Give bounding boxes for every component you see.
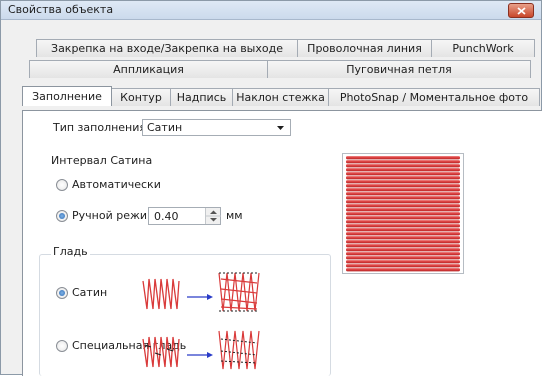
tab-wire-line[interactable]: Проволочная линия [297, 39, 432, 57]
thread-row [346, 224, 460, 228]
thread-row [346, 252, 460, 256]
chevron-down-icon [277, 126, 284, 130]
thread-row [346, 208, 460, 212]
smooth-group-label: Гладь [51, 245, 90, 258]
special-radio[interactable] [56, 340, 68, 352]
thread-row [346, 268, 460, 272]
thread-row [346, 168, 460, 172]
manual-radio[interactable] [56, 210, 68, 222]
spin-buttons[interactable] [205, 208, 221, 224]
tab-punchwork[interactable]: PunchWork [431, 39, 535, 57]
thread-row [346, 236, 460, 240]
thread-row [346, 188, 460, 192]
arrow-icon [187, 352, 213, 358]
thread-row [346, 192, 460, 196]
thread-row [346, 164, 460, 168]
thread-row [346, 264, 460, 268]
close-button[interactable] [508, 3, 534, 18]
thread-row [346, 248, 460, 252]
tab-buttonhole[interactable]: Пуговичная петля [267, 60, 531, 78]
thread-row [346, 200, 460, 204]
special-stitch-diagram [142, 330, 260, 370]
thread-row [346, 220, 460, 224]
thread-row [346, 172, 460, 176]
title-bar: Свойства объекта [1, 1, 541, 20]
thread-row [346, 184, 460, 188]
thread-row [346, 232, 460, 236]
thread-row [346, 216, 460, 220]
thread-row [346, 180, 460, 184]
window-title: Свойства объекта [8, 3, 114, 16]
tab-fill[interactable]: Заполнение [22, 86, 112, 106]
fill-type-value: Сатин [147, 121, 183, 134]
spacing-value: 0.40 [154, 210, 179, 223]
tab-row-3: Заполнение Контур Надпись Наклон стежка … [22, 86, 540, 106]
tab-row-2: Аппликация Пуговичная петля [29, 60, 531, 78]
satin-stitch-diagram [142, 272, 260, 312]
tab-outline[interactable]: Контур [111, 88, 171, 106]
tab-photosnap[interactable]: PhotoSnap / Моментальное фото [328, 88, 540, 106]
spin-arrows-icon [206, 210, 221, 222]
special-after-icon [218, 330, 260, 370]
thread-row [346, 228, 460, 232]
thread-row [346, 256, 460, 260]
object-properties-dialog: Свойства объекта Закрепка на входе/Закре… [0, 0, 542, 376]
unit-label: мм [226, 209, 243, 222]
thread-row [346, 260, 460, 264]
thread-row [346, 176, 460, 180]
thread-row [346, 204, 460, 208]
tab-stitch-angle[interactable]: Наклон стежка [232, 88, 329, 106]
special-before-icon [142, 336, 180, 368]
fill-type-dropdown[interactable]: Сатин [142, 119, 291, 136]
close-icon [517, 7, 526, 15]
satin-before-icon [142, 278, 180, 310]
thread-row [346, 160, 460, 164]
arrow-icon [187, 294, 213, 300]
thread-row [346, 196, 460, 200]
auto-radio[interactable] [56, 179, 68, 191]
thread-row [346, 156, 460, 160]
fill-preview [342, 153, 464, 274]
satin-option-label: Сатин [72, 286, 108, 299]
tab-lettering[interactable]: Надпись [170, 88, 233, 106]
auto-label: Автоматически [72, 178, 161, 191]
satin-interval-label: Интервал Сатина [51, 154, 153, 167]
tab-tie-in-tie-off[interactable]: Закрепка на входе/Закрепка на выходе [36, 39, 298, 57]
satin-after-icon [218, 272, 260, 312]
tab-applique[interactable]: Аппликация [29, 60, 268, 78]
manual-label: Ручной режим: [72, 209, 160, 222]
satin-radio[interactable] [56, 287, 68, 299]
spacing-spinbox[interactable]: 0.40 [148, 207, 221, 225]
thread-row [346, 244, 460, 248]
thread-row [346, 240, 460, 244]
tab-row-1: Закрепка на входе/Закрепка на выходе Про… [36, 39, 535, 57]
satin-preview-image [346, 156, 460, 272]
fill-type-label: Тип заполнения: [53, 121, 150, 134]
thread-row [346, 212, 460, 216]
